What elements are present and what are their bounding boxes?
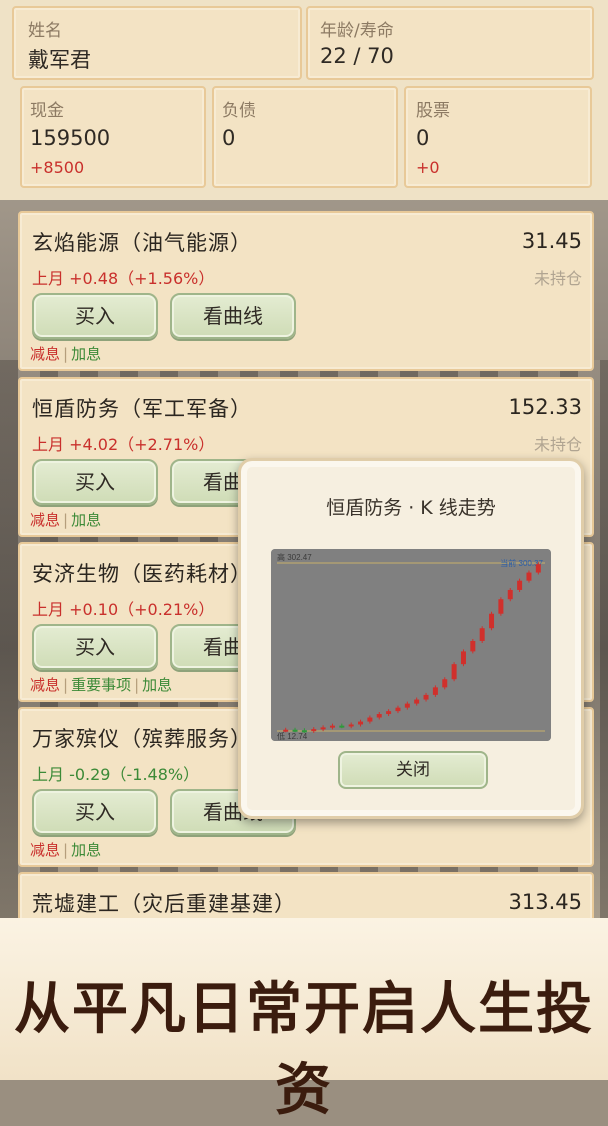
candle-body	[367, 717, 373, 722]
debt-label: 负债	[222, 101, 256, 121]
candle-body	[451, 664, 457, 680]
rate-links: 减息 | 加息	[30, 511, 102, 529]
candle-body	[460, 651, 466, 665]
stock-price: 152.33	[508, 395, 582, 419]
stock-name: 玄焰能源（油气能源）	[32, 231, 252, 255]
stock-name: 恒盾防务（军工军备）	[32, 397, 252, 421]
candle-body	[517, 580, 523, 590]
stock-change: 上月 +0.48（+1.56%）	[32, 269, 215, 288]
candle-body	[339, 725, 345, 728]
stock-label: 股票	[416, 101, 450, 121]
candle-body	[498, 599, 504, 614]
stock-change: 上月 +4.02（+2.71%）	[32, 435, 215, 454]
name-label: 姓名	[28, 21, 62, 41]
candle-body	[283, 729, 289, 732]
candle-body	[329, 725, 335, 728]
candle-body	[404, 703, 410, 708]
age-label: 年龄/寿命	[320, 21, 394, 41]
cash-card: 现金 159500 +8500	[20, 86, 206, 188]
cut-rate-link[interactable]: 减息	[30, 511, 60, 529]
modal-title: 恒盾防务 · K 线走势	[326, 497, 496, 519]
buy-button[interactable]: 买入	[32, 293, 158, 339]
age-value: 22 / 70	[320, 44, 394, 68]
candle-body	[442, 679, 448, 688]
candle-body	[311, 729, 317, 732]
candle-body	[489, 613, 495, 629]
candle-body	[292, 729, 298, 732]
debt-card: 负债 0	[212, 86, 398, 188]
raise-rate-link[interactable]: 加息	[142, 676, 172, 694]
cash-delta: +8500	[30, 158, 85, 177]
name-card: 姓名 戴军君	[12, 6, 302, 80]
buy-button[interactable]: 买入	[32, 789, 158, 835]
candle-body	[376, 714, 382, 718]
raise-rate-link[interactable]: 加息	[71, 841, 101, 859]
candle-body	[535, 564, 541, 573]
banner-slogan: 从平凡日常开启人生投资	[14, 976, 594, 1123]
close-button[interactable]: 关闭	[338, 751, 488, 789]
buy-button[interactable]: 买入	[32, 459, 158, 505]
high-label: 高 302.47	[277, 552, 312, 562]
candle-body	[414, 699, 420, 704]
candle-body	[358, 721, 364, 725]
rate-links: 减息 | 重要事项 | 加息	[30, 676, 173, 694]
buy-button[interactable]: 买入	[32, 624, 158, 670]
stock-row: 玄焰能源（油气能源） 31.45 上月 +0.48（+1.56%） 未持仓 买入…	[18, 211, 594, 371]
candle-body	[386, 711, 392, 715]
rate-links: 减息 | 加息	[30, 345, 102, 363]
holding-status: 未持仓	[533, 435, 582, 454]
stock-name: 荒墟建工（灾后重建基建）	[32, 892, 296, 916]
stock-delta: +0	[416, 158, 440, 177]
stock-card: 股票 0 +0	[404, 86, 592, 188]
promo-banner: 从平凡日常开启人生投资	[0, 918, 608, 1123]
stock-name: 安济生物（医药耗材）	[32, 562, 252, 586]
stock-value: 0	[416, 126, 430, 150]
stock-price: 31.45	[521, 229, 582, 253]
cut-rate-link[interactable]: 减息	[30, 676, 60, 694]
debt-value: 0	[222, 126, 236, 150]
rate-links: 减息 | 加息	[30, 841, 102, 859]
candle-body	[470, 640, 476, 652]
kline-chart: 高 302.47 当前 300.37 低 12.74	[271, 549, 551, 741]
candle-body	[507, 589, 513, 600]
candle-body	[348, 724, 354, 727]
kline-modal: 恒盾防务 · K 线走势 高 302.47 当前 300.37 低 12.74 …	[238, 458, 584, 819]
candle-body	[395, 707, 401, 712]
stock-change: 上月 -0.29（-1.48%）	[32, 765, 200, 784]
age-card: 年龄/寿命 22 / 70	[306, 6, 594, 80]
stock-change: 上月 +0.10（+0.21%）	[32, 600, 215, 619]
candle-body	[432, 687, 438, 695]
cut-rate-link[interactable]: 减息	[30, 345, 60, 363]
name-value: 戴军君	[28, 48, 91, 72]
candle-body	[301, 730, 307, 733]
important-events-link[interactable]: 重要事项	[71, 676, 131, 694]
candle-body	[526, 572, 532, 581]
cash-value: 159500	[30, 126, 111, 150]
holding-status: 未持仓	[533, 269, 582, 288]
stock-price: 313.45	[508, 890, 582, 914]
stock-name: 万家殡仪（殡葬服务）	[32, 727, 252, 751]
low-label: 低 12.74	[277, 731, 308, 741]
candle-body	[423, 694, 429, 700]
candle-body	[320, 727, 326, 730]
raise-rate-link[interactable]: 加息	[71, 511, 101, 529]
candle-body	[479, 628, 485, 641]
cut-rate-link[interactable]: 减息	[30, 841, 60, 859]
raise-rate-link[interactable]: 加息	[71, 345, 101, 363]
view-curve-button[interactable]: 看曲线	[170, 293, 296, 339]
cash-label: 现金	[30, 101, 64, 121]
